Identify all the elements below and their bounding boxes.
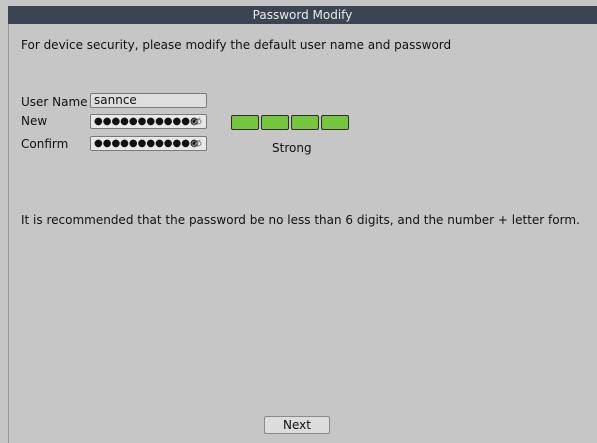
strength-segment xyxy=(321,115,349,130)
strength-segment xyxy=(261,115,289,130)
recommendation-text: It is recommended that the password be n… xyxy=(21,213,580,227)
new-password-value: ●●●●●●●●●●●● xyxy=(94,116,199,127)
password-strength-meter xyxy=(231,115,349,130)
next-button[interactable]: Next xyxy=(264,416,330,434)
eye-icon[interactable] xyxy=(191,116,202,127)
eye-icon[interactable] xyxy=(191,138,202,149)
username-label: User Name xyxy=(21,95,88,109)
strength-label: Strong xyxy=(272,141,312,155)
password-modify-dialog: Password Modify For device security, ple… xyxy=(0,0,597,443)
intro-text: For device security, please modify the d… xyxy=(21,38,452,52)
username-field[interactable]: sannce xyxy=(90,93,207,108)
strength-segment xyxy=(231,115,259,130)
confirm-password-label: Confirm xyxy=(21,137,69,151)
strength-segment xyxy=(291,115,319,130)
dialog-title: Password Modify xyxy=(8,6,597,24)
username-value: sannce xyxy=(94,93,137,107)
confirm-password-value: ●●●●●●●●●●●● xyxy=(94,138,199,149)
new-password-label: New xyxy=(21,114,48,128)
confirm-password-field[interactable]: ●●●●●●●●●●●● xyxy=(90,136,207,151)
dialog-body: For device security, please modify the d… xyxy=(8,24,597,443)
new-password-field[interactable]: ●●●●●●●●●●●● xyxy=(90,114,207,129)
